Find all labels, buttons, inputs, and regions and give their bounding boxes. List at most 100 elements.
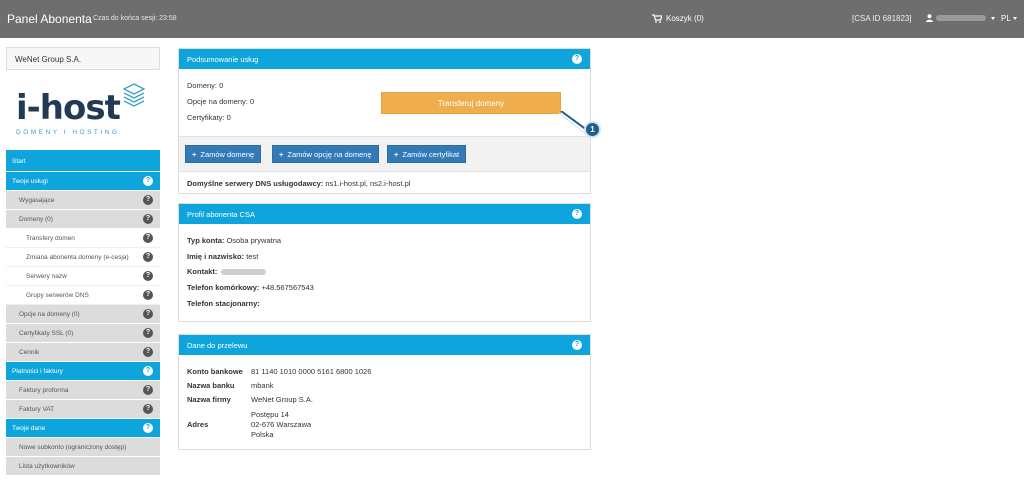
sidebar-item-proforma[interactable]: Faktury proforma? — [6, 381, 160, 400]
sidebar-item-dns-groups[interactable]: Grupy serwerów DNS? — [6, 286, 160, 305]
panel-header: Podsumowanie usług ? — [179, 49, 590, 69]
help-icon[interactable]: ? — [143, 290, 153, 300]
app-title[interactable]: Panel Abonenta — [7, 12, 92, 26]
sidebar-item-start[interactable]: Start — [6, 150, 160, 172]
logo-tagline: DOMENY I HOSTING — [16, 129, 120, 136]
user-menu[interactable] — [926, 14, 995, 22]
plus-icon: + — [279, 150, 284, 159]
help-icon[interactable]: ? — [572, 209, 582, 219]
sidebar-item-your-services[interactable]: Twoje usługi? — [6, 172, 160, 191]
account-type-label: Typ konta: — [187, 236, 225, 245]
sidebar-item-domain-transfers[interactable]: Transfery domen? — [6, 229, 160, 248]
landline-row: Telefon stacjonarny: — [187, 299, 260, 308]
bank-value: mbank — [251, 381, 274, 390]
sidebar-item-label: Serwery nazw — [26, 273, 67, 280]
sidebar-nav: Start Twoje usługi? Wygasające? Domeny (… — [6, 150, 160, 476]
sidebar-item-name-servers[interactable]: Serwery nazw? — [6, 267, 160, 286]
address-label: Adres — [187, 420, 209, 429]
account-type-row: Typ konta: Osoba prywatna — [187, 236, 281, 245]
name-label: Imię i nazwisko: — [187, 252, 245, 261]
top-navbar: Panel Abonenta Czas do końca sesji: 23:5… — [0, 0, 1024, 38]
company-label: Nazwa firmy — [187, 395, 231, 404]
help-icon[interactable]: ? — [143, 347, 153, 357]
dns-label: Domyślne serwery DNS usługodawcy: — [187, 179, 324, 188]
panel-header: Profil abonenta CSA ? — [179, 204, 590, 224]
sidebar-item-label: Start — [12, 158, 26, 165]
help-icon[interactable]: ? — [572, 54, 582, 64]
sidebar-item-new-subaccount[interactable]: Nowe subkonto (ograniczony dostęp) — [6, 438, 160, 457]
language-label: PL — [1001, 14, 1011, 23]
panel-title: Dane do przelewu — [187, 341, 248, 350]
address-line-3: Polska — [251, 430, 274, 439]
help-icon[interactable]: ? — [143, 271, 153, 281]
company-name: WeNet Group S.A. — [6, 47, 160, 70]
sidebar-item-ssl-certs[interactable]: Certyfikaty SSL (0)? — [6, 324, 160, 343]
order-domain-option-button[interactable]: + Zamów opcję na domenę — [272, 145, 379, 163]
contact-redacted — [221, 269, 267, 276]
help-icon[interactable]: ? — [143, 195, 153, 205]
sidebar-item-owner-change[interactable]: Zmiana abonenta domeny (e-cesja)? — [6, 248, 160, 267]
sidebar-item-user-list[interactable]: Lista użytkowników — [6, 457, 160, 476]
plus-icon: + — [394, 150, 399, 159]
address-line-2: 02-676 Warszawa — [251, 420, 312, 429]
services-summary-panel: Podsumowanie usług ? Domeny: 0 Opcje na … — [178, 48, 601, 194]
cart-link[interactable]: Koszyk (0) — [652, 14, 704, 23]
sidebar-item-your-data[interactable]: Twoje dane? — [6, 419, 160, 438]
bank-label: Nazwa banku — [187, 381, 235, 390]
sidebar-item-vat-invoices[interactable]: Faktury VAT? — [6, 400, 160, 419]
subscriber-profile-panel: Profil abonenta CSA ? Typ konta: Osoba p… — [178, 203, 591, 322]
contact-label: Kontakt: — [187, 267, 218, 276]
help-icon[interactable]: ? — [143, 233, 153, 243]
sidebar-item-label: Wygasające — [19, 197, 55, 204]
stack-icon — [122, 83, 146, 107]
language-selector[interactable]: PL — [1001, 14, 1017, 23]
address-line-1: Postępu 14 — [251, 410, 289, 419]
sidebar-item-label: Zmiana abonenta domeny (e-cesja) — [26, 254, 129, 261]
help-icon[interactable]: ? — [143, 404, 153, 414]
landline-label: Telefon stacjonarny: — [187, 299, 260, 308]
order-domain-button[interactable]: + Zamów domenę — [185, 145, 262, 163]
name-row: Imię i nazwisko: test — [187, 252, 258, 261]
help-icon[interactable]: ? — [143, 423, 153, 433]
button-label: Zamów domenę — [200, 150, 255, 159]
chevron-down-icon — [991, 16, 995, 20]
help-icon[interactable]: ? — [143, 328, 153, 338]
help-icon[interactable]: ? — [143, 309, 153, 319]
user-icon — [926, 14, 933, 22]
sidebar-item-label: Twoje dane — [12, 425, 46, 432]
sidebar-item-domain-options[interactable]: Opcje na domeny (0)? — [6, 305, 160, 324]
sidebar-item-label: Płatności i faktury — [12, 368, 63, 375]
order-certificate-button[interactable]: + Zamów certyfikat — [387, 145, 467, 163]
mobile-row: Telefon komórkowy: +48.567567543 — [187, 283, 314, 292]
sidebar-item-label: Nowe subkonto (ograniczony dostęp) — [19, 444, 127, 451]
logo-wordmark: i-host — [16, 88, 121, 128]
help-icon[interactable]: ? — [143, 366, 153, 376]
transfer-domains-button[interactable]: Transferuj domeny — [381, 92, 561, 114]
sidebar-item-label: Opcje na domeny (0) — [19, 311, 80, 318]
sidebar-item-label: Faktury proforma — [19, 387, 69, 394]
sidebar-item-payments[interactable]: Płatności i faktury? — [6, 362, 160, 381]
help-icon[interactable]: ? — [143, 214, 153, 224]
sidebar-item-domains[interactable]: Domeny (0)? — [6, 210, 160, 229]
panel-header: Dane do przelewu ? — [179, 335, 590, 355]
sidebar-item-pricing[interactable]: Cennik? — [6, 343, 160, 362]
sidebar-item-expiring[interactable]: Wygasające? — [6, 191, 160, 210]
sidebar-item-label: Faktury VAT — [19, 406, 55, 413]
help-icon[interactable]: ? — [143, 385, 153, 395]
plus-icon: + — [192, 150, 197, 159]
sidebar-item-label: Grupy serwerów DNS — [26, 292, 89, 299]
help-icon[interactable]: ? — [572, 340, 582, 350]
certs-count: Certyfikaty: 0 — [187, 113, 231, 122]
contact-row: Kontakt: — [187, 267, 267, 276]
ihost-logo[interactable]: i-host DOMENY I HOSTING — [6, 80, 160, 145]
name-value: test — [244, 252, 259, 261]
help-icon[interactable]: ? — [143, 176, 153, 186]
sidebar-item-label: Certyfikaty SSL (0) — [19, 330, 74, 337]
button-label: Zamów opcję na domenę — [287, 150, 372, 159]
account-type-value: Osoba prywatna — [224, 236, 282, 245]
domains-count: Domeny: 0 — [187, 81, 224, 90]
chevron-down-icon — [1012, 17, 1017, 21]
session-timer: Czas do końca sesji: 23:58 — [93, 15, 177, 22]
help-icon[interactable]: ? — [143, 252, 153, 262]
sidebar-item-label: Domeny (0) — [19, 216, 53, 223]
